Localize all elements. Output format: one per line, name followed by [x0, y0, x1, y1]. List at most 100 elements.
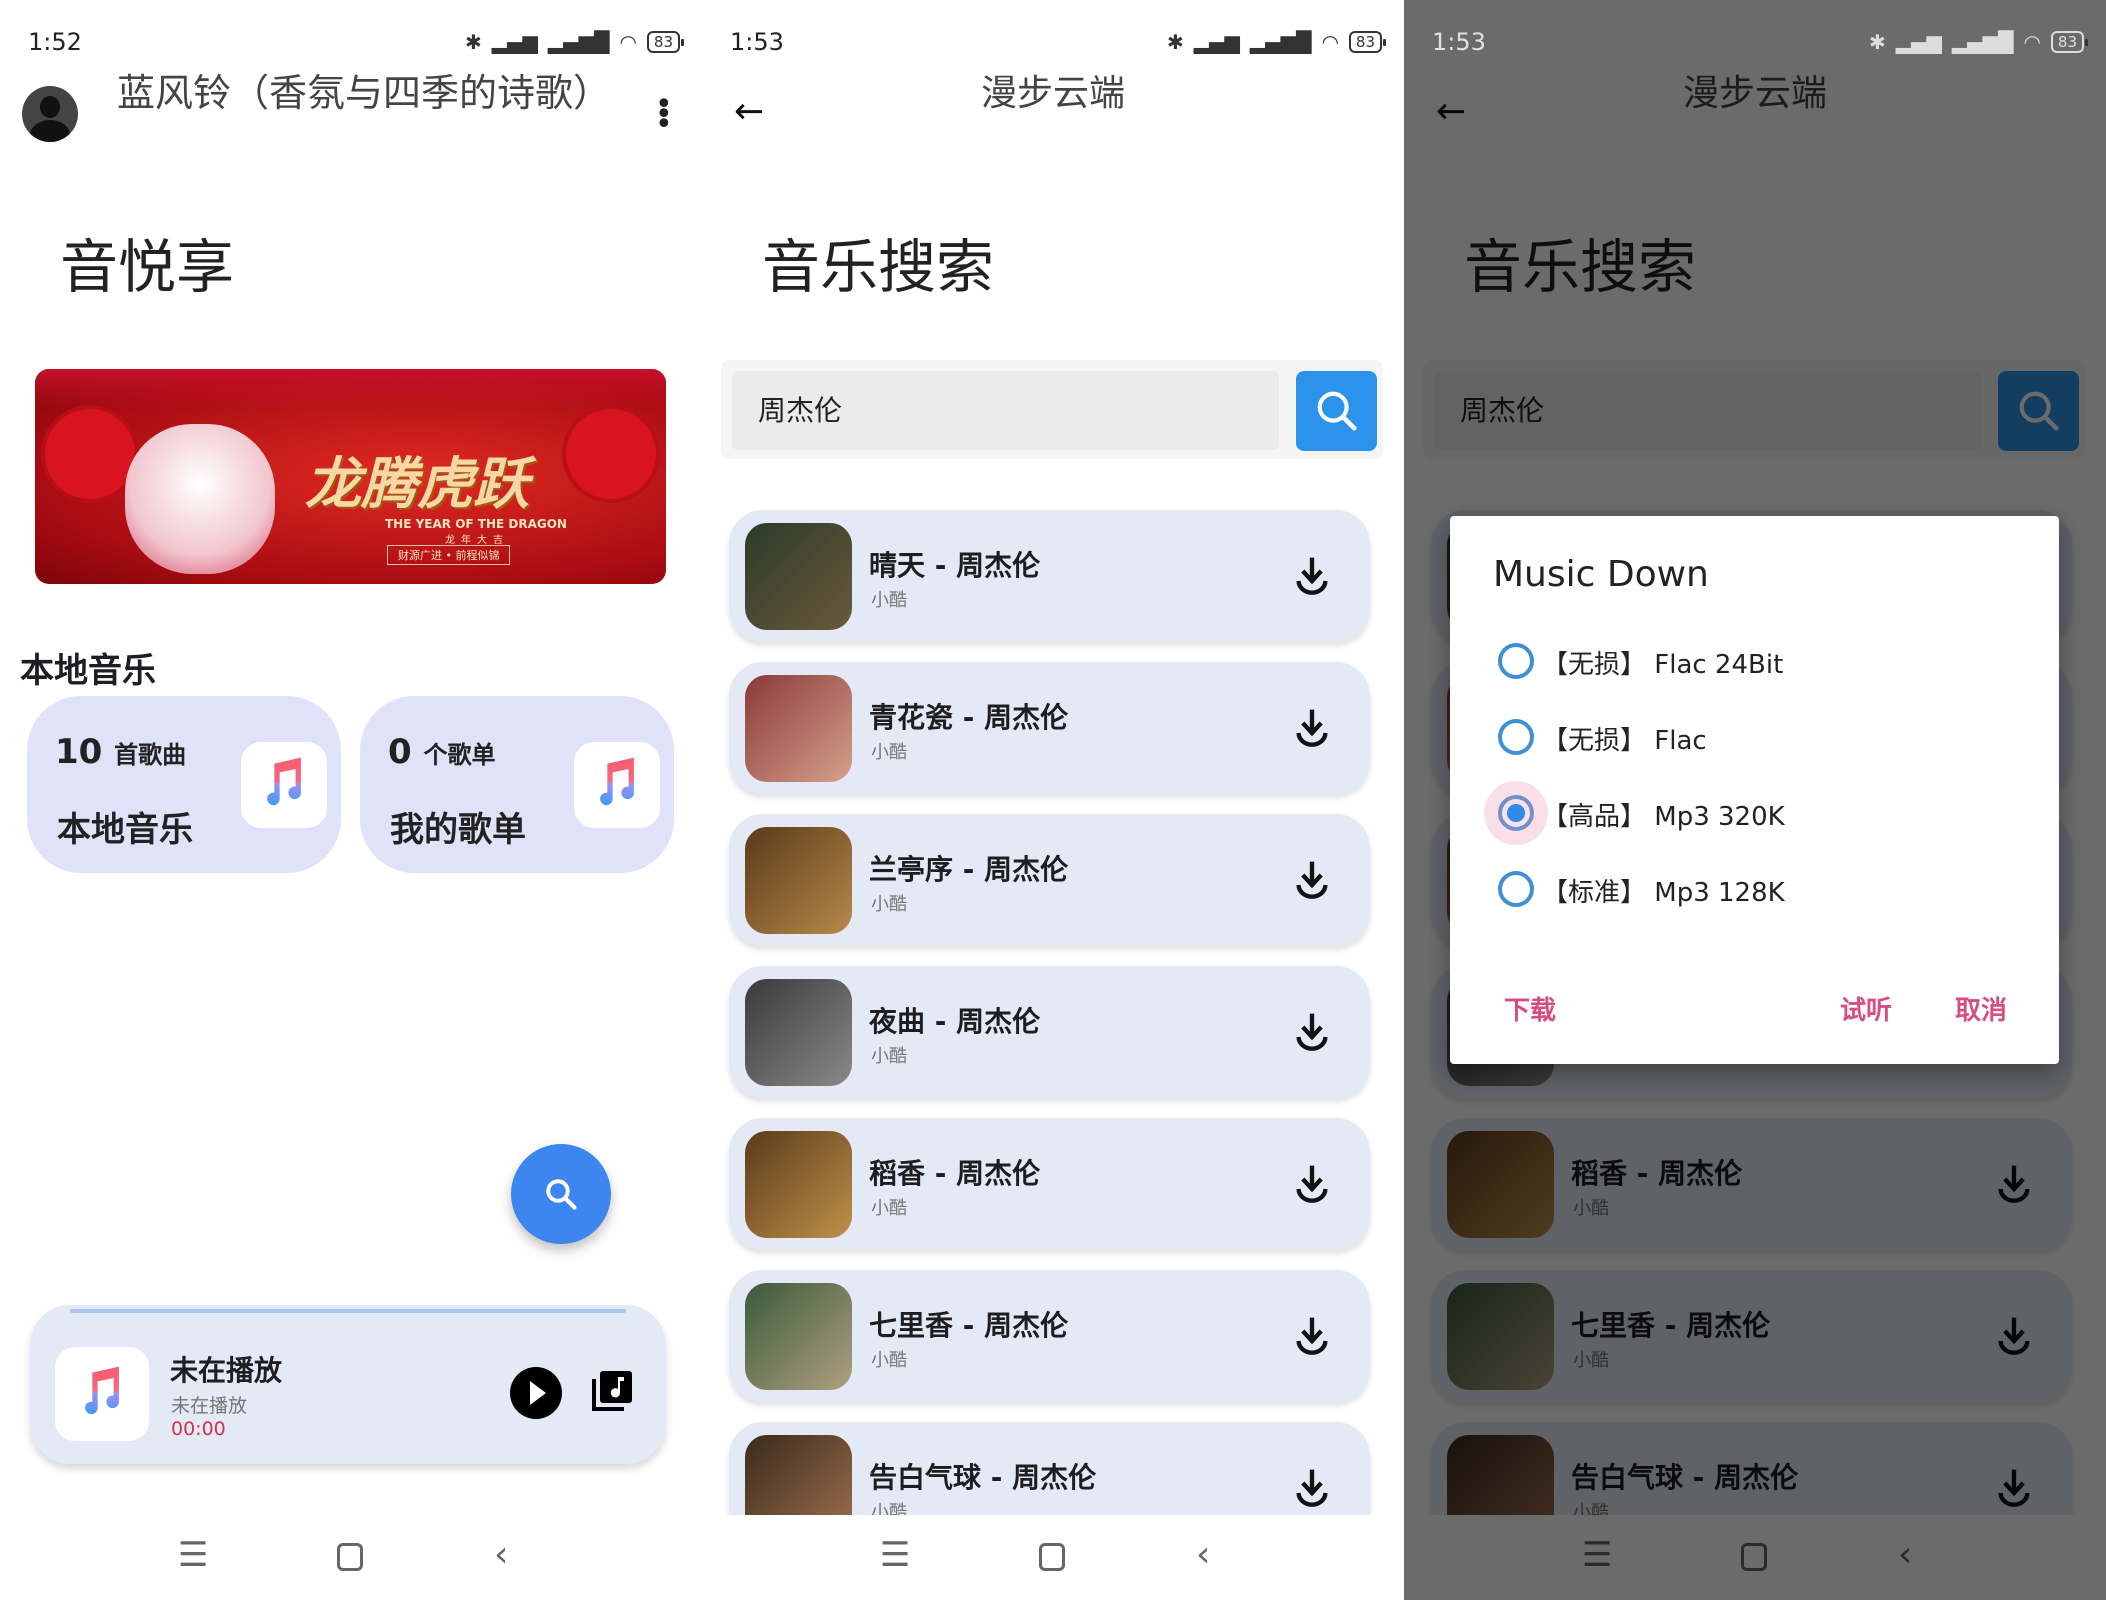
album-cover [745, 523, 852, 630]
dragon-mascot [125, 424, 275, 574]
home-icon[interactable] [1039, 1543, 1065, 1571]
signal-icon: ▂▄▆█ [1951, 30, 2014, 54]
download-icon[interactable] [1292, 1466, 1332, 1510]
search-bar: 周杰伦 [721, 360, 1383, 459]
album-cover [745, 1283, 852, 1390]
page-title: 音乐搜索 [762, 233, 995, 301]
search-icon [546, 1179, 577, 1210]
play-button[interactable] [510, 1367, 562, 1419]
song-source: 小酷 [871, 1350, 907, 1371]
result-item[interactable]: 夜曲 - 周杰伦 小酷 [729, 966, 1370, 1098]
music-note-icon [255, 754, 313, 816]
signal-icon: ▂▄▆ [491, 30, 538, 54]
status-time: 1:53 [1432, 28, 1486, 56]
result-item[interactable]: 晴天 - 周杰伦 小酷 [729, 510, 1370, 642]
quality-option-label[interactable]: 【无损】 Flac 24Bit [1542, 644, 1783, 681]
mini-player[interactable]: 未在播放 未在播放 00:00 [30, 1305, 666, 1464]
playlist-count: 0 [388, 732, 412, 772]
battery-icon: 83 [1348, 31, 1387, 53]
my-playlists-card[interactable]: 0 个歌单 我的歌单 [360, 696, 674, 873]
playback-progress[interactable] [70, 1309, 626, 1313]
banner-sub-en: THE YEAR OF THE DRAGON [385, 517, 567, 531]
status-icons: ✱ ▂▄▆ ▂▄▆█ ◠ 83 [1869, 30, 2089, 54]
quality-radio[interactable] [1498, 643, 1534, 679]
quality-option-label[interactable]: 【高品】 Mp3 320K [1542, 796, 1785, 833]
search-screen: 1:53 ✱ ▂▄▆ ▂▄▆█ ◠ 83 ← 漫步云端 音乐搜索 周杰伦 晴天 - 周杰… [702, 0, 1404, 1600]
album-cover [745, 827, 852, 934]
search-fab[interactable] [511, 1144, 611, 1244]
more-menu-icon[interactable]: • • • [655, 90, 673, 140]
download-icon[interactable] [1292, 706, 1332, 750]
home-icon[interactable] [337, 1543, 363, 1571]
bluetooth-icon: ✱ [465, 30, 482, 54]
playlist-icon[interactable] [588, 1367, 636, 1415]
status-time: 1:53 [730, 28, 784, 56]
search-button[interactable] [1296, 371, 1377, 451]
music-note-icon [588, 754, 646, 816]
song-title: 青花瓷 - 周杰伦 [869, 701, 1069, 734]
quality-radio[interactable] [1498, 871, 1534, 907]
app-title: 音悦享 [60, 233, 235, 301]
banner-sub-cn: 龙年大吉 [445, 535, 509, 546]
download-icon[interactable] [1292, 554, 1332, 598]
song-source: 小酷 [871, 1198, 907, 1219]
back-nav-icon[interactable]: ‹ [1196, 1537, 1232, 1574]
bluetooth-icon: ✱ [1167, 30, 1184, 54]
recent-apps-icon[interactable]: ☰ [880, 1538, 916, 1574]
song-source: 小酷 [871, 894, 907, 915]
banner-headline: 龙腾虎跃 [305, 451, 529, 517]
battery-icon: 83 [646, 31, 685, 53]
banner[interactable]: 龙腾虎跃 THE YEAR OF THE DRAGON 龙年大吉 财源广进 • … [35, 369, 666, 584]
back-nav-icon[interactable]: ‹ [494, 1537, 530, 1574]
card-label: 本地音乐 [57, 810, 193, 850]
download-button[interactable]: 下载 [1504, 990, 1556, 1027]
signal-icon: ▂▄▆█ [547, 30, 610, 54]
quality-radio[interactable] [1484, 781, 1548, 845]
song-title: 告白气球 - 周杰伦 [869, 1461, 1097, 1494]
signal-icon: ▂▄▆█ [1249, 30, 1312, 54]
quality-radio[interactable] [1498, 719, 1534, 755]
song-source: 小酷 [871, 1046, 907, 1067]
song-count-unit: 首歌曲 [114, 741, 187, 769]
result-item[interactable]: 青花瓷 - 周杰伦 小酷 [729, 662, 1370, 794]
player-subtitle: 未在播放 [171, 1395, 248, 1417]
signal-icon: ▂▄▆ [1193, 30, 1240, 54]
header-title: 蓝风铃（香氛与四季的诗歌） [117, 71, 612, 115]
local-music-card[interactable]: 10 首歌曲 本地音乐 [27, 696, 341, 873]
preview-button[interactable]: 试听 [1840, 990, 1892, 1027]
search-icon [1317, 391, 1357, 431]
download-icon[interactable] [1292, 858, 1332, 902]
result-item[interactable]: 七里香 - 周杰伦 小酷 [729, 1270, 1370, 1402]
status-time: 1:52 [28, 28, 82, 56]
banner-motto: 财源广进 • 前程似锦 [387, 545, 511, 565]
quality-option-label[interactable]: 【无损】 Flac [1542, 720, 1707, 757]
album-cover [745, 1131, 852, 1238]
search-input[interactable]: 周杰伦 [732, 371, 1279, 450]
download-icon[interactable] [1292, 1162, 1332, 1206]
download-icon[interactable] [1292, 1010, 1332, 1054]
wifi-icon: ◠ [1321, 30, 1339, 54]
song-title: 稻香 - 周杰伦 [869, 1157, 1041, 1190]
player-time: 00:00 [171, 1418, 226, 1440]
song-source: 小酷 [871, 590, 907, 611]
play-icon [530, 1381, 546, 1405]
battery-icon: 83 [2050, 31, 2089, 53]
song-title: 兰亭序 - 周杰伦 [869, 853, 1069, 886]
song-count: 10 [55, 732, 103, 772]
album-cover [745, 675, 852, 782]
download-icon[interactable] [1292, 1314, 1332, 1358]
song-title: 晴天 - 周杰伦 [869, 549, 1041, 582]
quality-option-label[interactable]: 【标准】 Mp3 128K [1542, 872, 1785, 909]
music-down-dialog: Music Down 【无损】 Flac 24Bit 【无损】 Flac 【高品】 … [1450, 516, 2059, 1064]
wifi-icon: ◠ [619, 30, 637, 54]
result-item[interactable]: 兰亭序 - 周杰伦 小酷 [729, 814, 1370, 946]
status-icons: ✱ ▂▄▆ ▂▄▆█ ◠ 83 [465, 30, 685, 54]
cancel-button[interactable]: 取消 [1955, 990, 2007, 1027]
card-label: 我的歌单 [390, 810, 526, 850]
signal-icon: ▂▄▆ [1895, 30, 1942, 54]
recent-apps-icon[interactable]: ☰ [178, 1538, 214, 1574]
avatar[interactable] [22, 86, 78, 142]
result-item[interactable]: 稻香 - 周杰伦 小酷 [729, 1118, 1370, 1250]
section-title: 本地音乐 [20, 651, 156, 691]
header-title: 漫步云端 [980, 73, 1125, 114]
